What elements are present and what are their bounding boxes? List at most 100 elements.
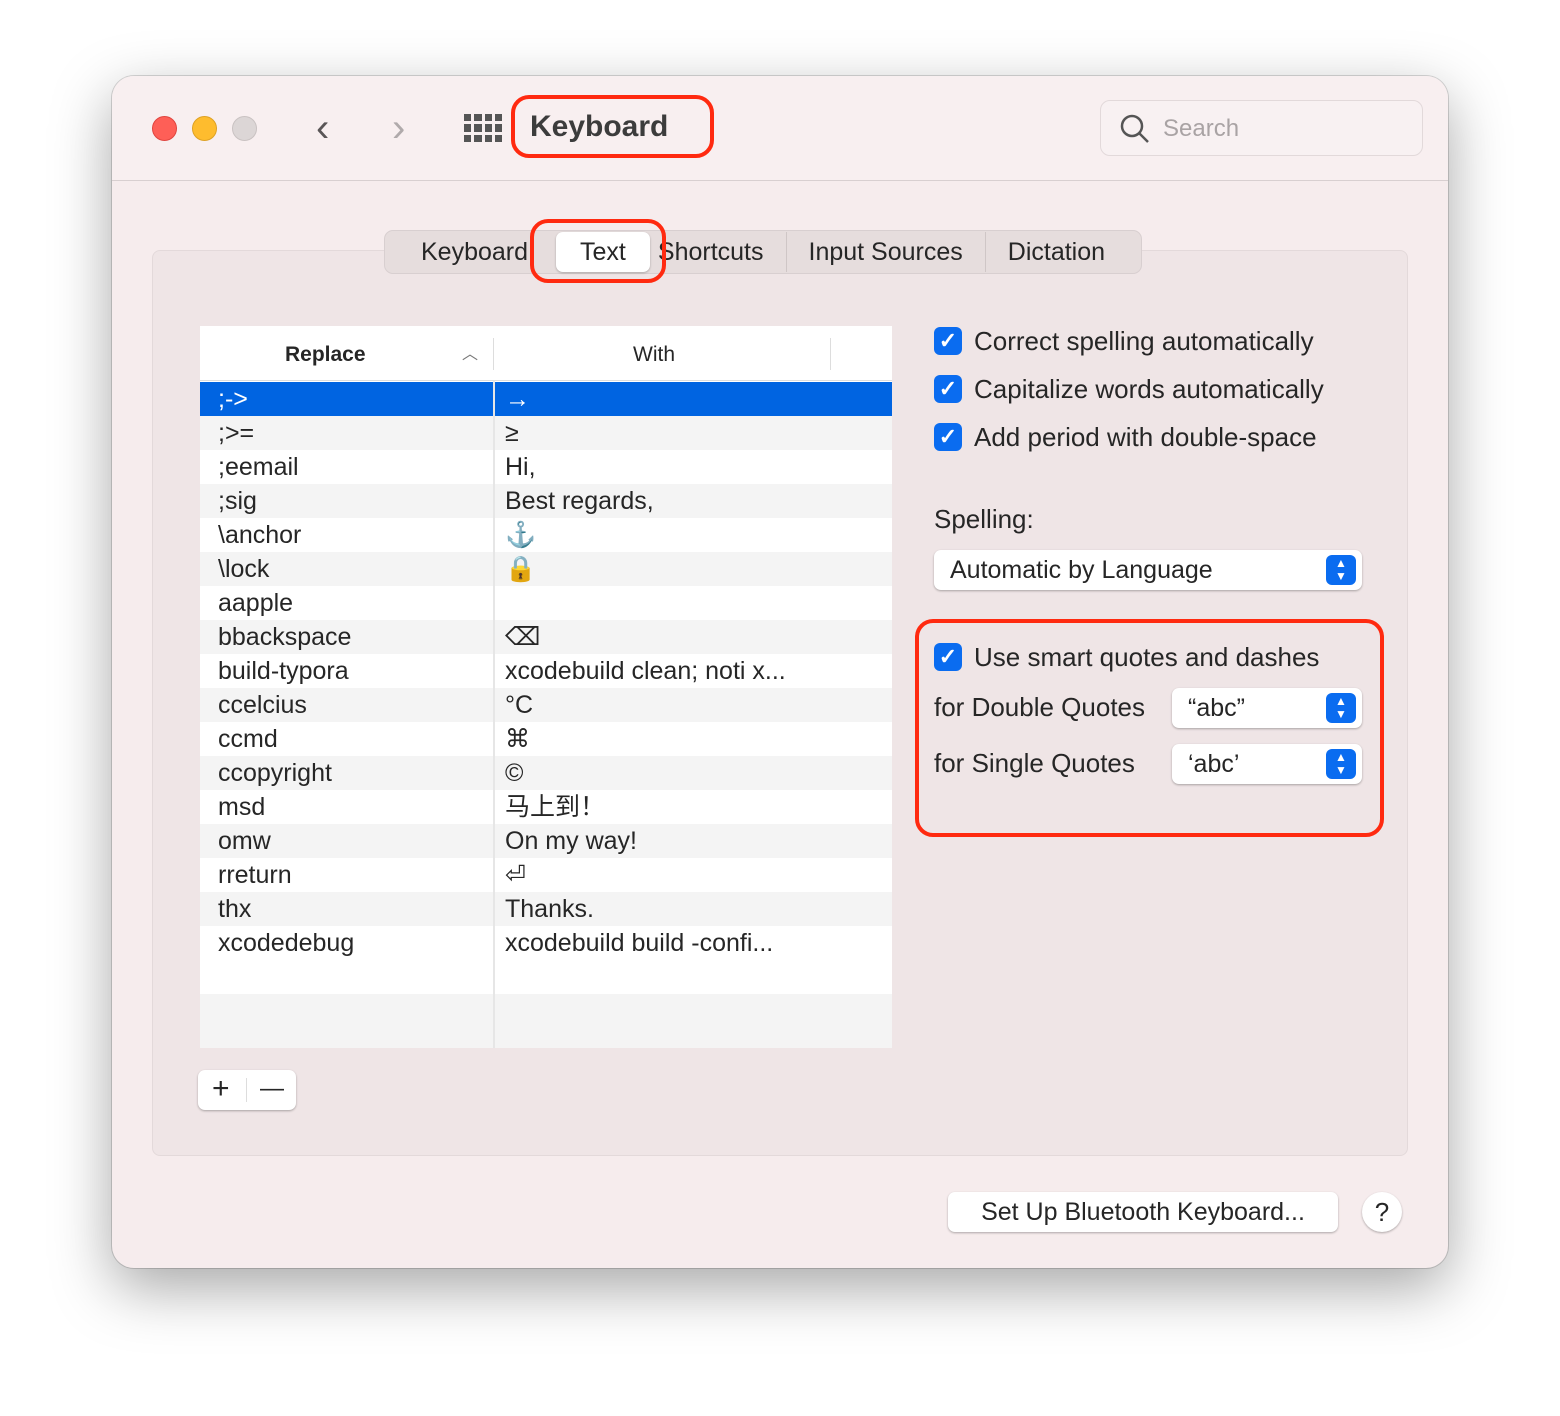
spelling-value: Automatic by Language <box>950 556 1213 584</box>
search-placeholder: Search <box>1163 115 1240 142</box>
title-bar: ‹ › Keyboard Search <box>112 76 1448 181</box>
with-cell: ⚓ <box>505 521 537 549</box>
table-header: Replace ︿ With <box>200 326 892 381</box>
tab-keyboard[interactable]: Keyboard <box>399 232 550 272</box>
forward-chevron-icon[interactable]: › <box>392 106 405 151</box>
up-down-chevron-icon: ▲ ▼ <box>1326 555 1356 585</box>
table-row[interactable]: xcodedebug xcodebuild build -confi... <box>200 926 892 960</box>
spelling-label: Spelling: <box>934 504 1034 534</box>
table-row[interactable]: ;>= ≥ <box>200 416 892 450</box>
with-cell: On my way! <box>505 827 637 855</box>
table-row[interactable]: omw On my way! <box>200 824 892 858</box>
with-cell: → <box>505 385 530 413</box>
column-header-replace[interactable]: Replace <box>285 343 366 367</box>
replace-cell: \lock <box>218 555 270 583</box>
table-row[interactable]: msd 马上到！ <box>200 790 892 824</box>
double-quotes-label: for Double Quotes <box>934 692 1146 722</box>
replace-cell: omw <box>218 827 271 855</box>
replace-cell: ;sig <box>218 487 257 515</box>
search-icon <box>1120 114 1149 143</box>
column-header-with[interactable]: With <box>633 343 675 367</box>
up-down-chevron-icon: ▲ ▼ <box>1326 693 1356 723</box>
correct-spelling-checkbox[interactable]: ✓ <box>934 327 962 355</box>
back-chevron-icon[interactable]: ‹ <box>316 106 329 151</box>
with-cell: °C <box>505 691 534 719</box>
with-cell: ≥ <box>505 419 519 447</box>
with-cell: ⌫ <box>505 623 541 651</box>
period-checkbox[interactable]: ✓ <box>934 423 962 451</box>
table-row[interactable]: aapple <box>200 586 892 620</box>
single-quotes-label: for Single Quotes <box>934 748 1135 778</box>
replace-cell: msd <box>218 793 266 821</box>
empty-row <box>200 960 892 994</box>
with-cell: xcodebuild build -confi... <box>505 929 774 957</box>
help-button[interactable]: ? <box>1362 1192 1402 1232</box>
table-row[interactable]: \lock 🔒 <box>200 552 892 586</box>
with-cell: Thanks. <box>505 895 594 923</box>
table-row[interactable]: \anchor ⚓ <box>200 518 892 552</box>
tab-input-sources[interactable]: Input Sources <box>787 232 986 272</box>
replace-cell: \anchor <box>218 521 302 549</box>
replace-cell: rreturn <box>218 861 292 889</box>
with-cell: Hi, <box>505 453 536 481</box>
table-row[interactable]: ccopyright © <box>200 756 892 790</box>
with-cell: © <box>505 759 524 787</box>
replace-cell: ccelcius <box>218 691 307 719</box>
with-cell: Best regards, <box>505 487 654 515</box>
empty-row <box>200 994 892 1028</box>
add-remove-control: + — <box>198 1070 296 1110</box>
zoom-button[interactable] <box>232 116 257 141</box>
smart-quotes-label: Use smart quotes and dashes <box>974 642 1320 672</box>
capitalize-checkbox[interactable]: ✓ <box>934 375 962 403</box>
tab-bar: Keyboard Text Shortcuts Input Sources Di… <box>384 230 1143 274</box>
replace-cell: xcodedebug <box>218 929 355 957</box>
replace-cell: ccmd <box>218 725 278 753</box>
with-cell: ⏎ <box>505 861 526 889</box>
table-row[interactable]: ccelcius °C <box>200 688 892 722</box>
single-quotes-value: ‘abc’ <box>1188 750 1240 778</box>
replacements-table[interactable]: Replace ︿ With ;-> → ;>= ≥ ;eemail Hi, ;sig Bes… <box>200 326 892 1048</box>
replace-cell: bbackspace <box>218 623 352 651</box>
single-quotes-popup[interactable]: ‘abc’ ▲ ▼ <box>1172 744 1362 784</box>
capitalize-label: Capitalize words automatically <box>974 374 1324 404</box>
minimize-button[interactable] <box>192 116 217 141</box>
tab-dictation[interactable]: Dictation <box>986 232 1127 272</box>
with-cell: ⌘ <box>505 725 530 753</box>
table-row[interactable]: rreturn ⏎ <box>200 858 892 892</box>
tab-shortcuts[interactable]: Shortcuts <box>656 232 787 272</box>
smart-quotes-checkbox[interactable]: ✓ <box>934 643 962 671</box>
column-divider <box>493 381 495 1048</box>
table-row[interactable]: build-typora xcodebuild clean; noti x... <box>200 654 892 688</box>
table-row[interactable]: ;eemail Hi, <box>200 450 892 484</box>
with-cell: 马上到！ <box>505 793 606 821</box>
double-quotes-popup[interactable]: “abc” ▲ ▼ <box>1172 688 1362 728</box>
keyboard-preferences-window: ‹ › Keyboard Search Keyboard Text Shortc… <box>112 76 1448 1268</box>
highlight-title <box>511 95 714 158</box>
period-label: Add period with double-space <box>974 422 1317 452</box>
replace-cell: aapple <box>218 589 294 617</box>
with-cell: 🔒 <box>505 555 537 583</box>
double-quotes-value: “abc” <box>1188 694 1245 722</box>
show-all-grid-icon[interactable] <box>464 114 502 142</box>
table-row[interactable]: bbackspace ⌫ <box>200 620 892 654</box>
replace-cell: ccopyright <box>218 759 332 787</box>
table-row[interactable]: ccmd ⌘ <box>200 722 892 756</box>
correct-spelling-label: Correct spelling automatically <box>974 326 1314 356</box>
replace-cell: ;eemail <box>218 453 299 481</box>
close-button[interactable] <box>152 116 177 141</box>
bluetooth-keyboard-button[interactable]: Set Up Bluetooth Keyboard... <box>948 1192 1338 1232</box>
sort-ascending-icon: ︿ <box>462 346 479 363</box>
remove-button[interactable]: — <box>260 1075 284 1103</box>
add-button[interactable]: + <box>212 1072 230 1106</box>
with-cell: xcodebuild clean; noti x... <box>505 657 786 685</box>
table-row[interactable]: ;sig Best regards, <box>200 484 892 518</box>
table-row[interactable]: thx Thanks. <box>200 892 892 926</box>
replace-cell: ;-> <box>218 385 248 413</box>
up-down-chevron-icon: ▲ ▼ <box>1326 749 1356 779</box>
table-row[interactable]: ;-> → <box>200 382 892 416</box>
replace-cell: build-typora <box>218 657 349 685</box>
highlight-text-tab <box>530 219 666 283</box>
spelling-popup[interactable]: Automatic by Language ▲ ▼ <box>934 550 1362 590</box>
replace-cell: thx <box>218 895 252 923</box>
search-field[interactable]: Search <box>1100 100 1423 156</box>
